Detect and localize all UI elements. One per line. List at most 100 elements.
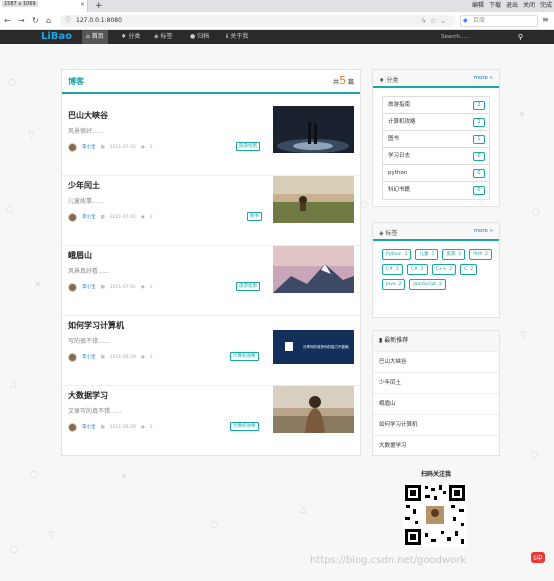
tag-item[interactable]: C2 <box>460 264 478 275</box>
nav-item-home[interactable]: ⌂ 首页 <box>82 30 108 44</box>
search-icon[interactable]: ⚲ <box>518 32 523 42</box>
brand-logo[interactable]: LiBao <box>41 30 72 44</box>
post-item[interactable]: 少年闰土 儿童故事...... 李小宝 ▦ 2021-07-01 ◉ 2 图书 <box>62 176 360 246</box>
category-more-link[interactable]: more » <box>474 75 493 81</box>
post-views: 2 <box>149 284 153 290</box>
post-title[interactable]: 如何学习计算机 <box>68 320 124 331</box>
back-icon[interactable]: ← <box>4 15 11 27</box>
nav-item-archive[interactable]: ● 归档 <box>186 30 213 44</box>
category-label: 学习日志 <box>388 153 411 159</box>
tag-item[interactable]: Python 2 <box>382 249 412 260</box>
count-suffix: 篇 <box>347 79 354 86</box>
tag-item[interactable]: C# 2 <box>382 264 403 275</box>
nav-item-category[interactable]: ♦ 分类 <box>117 30 144 44</box>
home-icon[interactable]: ⌂ <box>46 15 51 27</box>
post-item[interactable]: 巴山大峡谷 风景很好...... 李小宝 ▦ 2021-07-01 ◉ 2 旅游指南 <box>62 106 360 176</box>
category-label: 计算机攻略 <box>388 119 416 125</box>
tag-item[interactable]: Java 2 <box>382 279 406 290</box>
category-item[interactable]: 图书 1 <box>383 131 489 148</box>
nav-item-about[interactable]: ℹ 关于我 <box>222 30 252 44</box>
recommend-item[interactable]: 巴山大峡谷 <box>373 351 499 372</box>
post-title[interactable]: 峨眉山 <box>68 250 92 261</box>
post-date: 2021-06-29 <box>109 354 136 360</box>
nav-item-tags[interactable]: ◈ 标签 <box>150 30 177 44</box>
tag-item[interactable]: C++ 2 <box>431 264 457 275</box>
post-tag[interactable]: 旅游指南 <box>236 142 260 151</box>
category-header: ♦ 分类 more » <box>373 70 499 88</box>
deco-triangle-icon: ▽ <box>520 330 527 340</box>
chevron-down-icon[interactable]: ⌄ <box>440 17 450 25</box>
tag-count: 2 <box>470 267 474 272</box>
window-button-close[interactable]: 关闭 <box>523 0 535 12</box>
deco-circle-icon: ○ <box>210 520 218 530</box>
deco-triangle-icon: △ <box>300 505 307 515</box>
post-tag[interactable]: 图书 <box>247 212 262 221</box>
more-label: more <box>473 75 488 81</box>
tag-count: 2 <box>420 267 424 272</box>
tag-item[interactable]: C# 2 <box>406 264 428 275</box>
star-icon[interactable]: ☆ <box>430 17 440 25</box>
blog-count: 共5 篇 <box>333 74 354 87</box>
post-tag[interactable]: 旅游指南 <box>236 282 260 291</box>
post-item[interactable]: 大数据学习 文章写的真不错...... 李小宝 ▦ 2021-06-29 ◉ 2 计… <box>62 386 360 456</box>
post-author[interactable]: 李小宝 <box>82 214 96 220</box>
post-thumbnail[interactable] <box>273 246 354 293</box>
tag-item[interactable]: 旅游 2 <box>442 249 466 260</box>
window-button-download[interactable]: 下载 <box>489 0 501 12</box>
window-button-exit[interactable]: 退出 <box>506 0 518 12</box>
deco-circle-icon: ○ <box>8 78 16 88</box>
recommend-item[interactable]: 峨眉山 <box>373 393 499 414</box>
category-item[interactable]: 计算机攻略 2 <box>383 114 489 131</box>
recommend-item[interactable]: 大数据学习 <box>373 435 499 456</box>
tag-item[interactable]: 儿童 1 <box>415 249 439 260</box>
post-thumbnail[interactable]: 分享你的收获你的能力不能输 <box>273 330 354 364</box>
post-title[interactable]: 大数据学习 <box>68 390 108 401</box>
category-item[interactable]: 科幻书籍 0 <box>383 182 489 199</box>
category-count: 2 <box>473 101 485 110</box>
site-search-input[interactable]: Search...... ⚲ <box>437 32 527 42</box>
close-tab-icon[interactable]: × <box>80 1 85 8</box>
window-button-edit[interactable]: 编辑 <box>472 0 484 12</box>
window-button-done[interactable]: 完成 <box>540 0 552 12</box>
browser-tab[interactable]: 1587 x 1069 × <box>0 0 88 12</box>
forward-icon[interactable]: → <box>18 15 25 27</box>
post-thumbnail[interactable] <box>273 176 354 223</box>
recommend-item[interactable]: 少年闰土 <box>373 372 499 393</box>
category-count: 1 <box>473 135 485 144</box>
post-item[interactable]: 峨眉山 风景真好看...... 李小宝 ▦ 2021-07-01 ◉ 2 旅游指南 <box>62 246 360 316</box>
menu-icon[interactable]: ≡ <box>542 15 549 24</box>
post-author[interactable]: 李小宝 <box>82 354 96 360</box>
bolt-icon[interactable]: ϟ <box>421 17 430 25</box>
bulb-icon: ♦ <box>379 77 385 84</box>
address-bar[interactable]: ⓘ 127.0.0.1:8080 ϟ☆⌄ <box>60 15 456 27</box>
recommend-item[interactable]: 如何学习计算机 <box>373 414 499 435</box>
address-actions: ϟ☆⌄ <box>421 15 450 27</box>
avatar <box>68 422 77 432</box>
reload-icon[interactable]: ↻ <box>32 15 39 27</box>
category-item[interactable]: python 0 <box>383 165 489 182</box>
category-item[interactable]: 旅游指南 2 <box>383 97 489 114</box>
post-date: 2021-07-01 <box>109 214 136 220</box>
post-author[interactable]: 李小宝 <box>82 424 96 430</box>
post-thumbnail[interactable] <box>273 106 354 153</box>
post-title[interactable]: 少年闰土 <box>68 180 100 191</box>
post-author[interactable]: 李小宝 <box>82 284 96 290</box>
tag-item[interactable]: PHP 2 <box>469 249 492 260</box>
post-item[interactable]: 如何学习计算机 写的很不错...... 李小宝 ▦ 2021-06-29 ◉ 2 计… <box>62 316 360 386</box>
post-tag[interactable]: 计算机攻略 <box>230 422 259 431</box>
category-count: 2 <box>473 118 485 127</box>
post-tag[interactable]: 计算机攻略 <box>230 352 259 361</box>
tag-item[interactable]: JavaScript 2 <box>409 279 446 290</box>
post-author[interactable]: 李小宝 <box>82 144 96 150</box>
double-chevron-right-icon: » <box>489 228 493 234</box>
info-icon: ⓘ <box>65 17 72 24</box>
tags-more-link[interactable]: more » <box>474 228 493 234</box>
browser-search-box[interactable]: ◆ 百度 <box>460 15 538 27</box>
post-title[interactable]: 巴山大峡谷 <box>68 110 108 121</box>
post-thumbnail[interactable] <box>273 386 354 433</box>
new-tab-icon[interactable]: + <box>95 0 103 12</box>
tag-label: C++ <box>435 267 447 272</box>
category-item[interactable]: 学习日志 0 <box>383 148 489 165</box>
post-views: 2 <box>149 144 153 150</box>
browser-tab-bar: 1587 x 1069 × + 编辑 下载 退出 关闭 完成 <box>0 0 554 12</box>
